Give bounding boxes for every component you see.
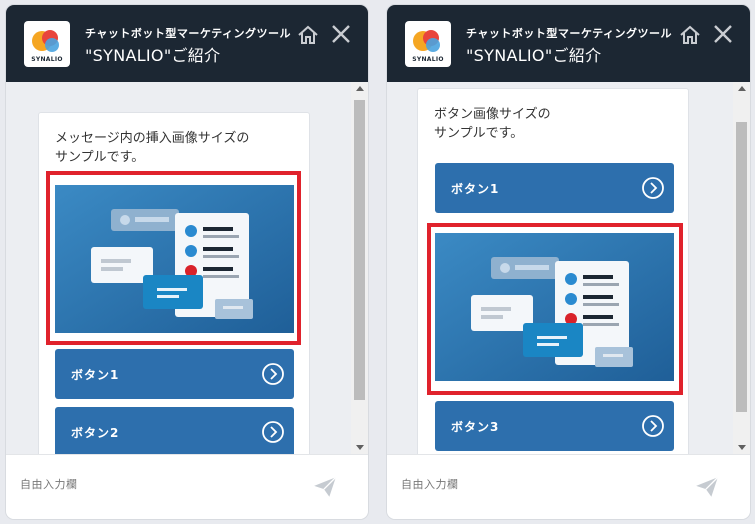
chevron-right-circle-icon <box>642 177 664 199</box>
input-area: 自由入力欄 <box>387 454 750 519</box>
message-input[interactable]: 自由入力欄 <box>401 476 459 492</box>
scroll-up-arrow-icon[interactable] <box>356 86 364 91</box>
chat-widget-left: SYNALIO チャットボット型マーケティングツール "SYNALIO"ご紹介 … <box>6 5 368 519</box>
scroll-down-arrow-icon[interactable] <box>356 445 364 450</box>
close-icon[interactable] <box>711 22 735 46</box>
header-title: "SYNALIO"ご紹介 <box>85 46 221 65</box>
chevron-right-circle-icon <box>642 415 664 437</box>
header-title: "SYNALIO"ご紹介 <box>466 46 602 65</box>
chat-body: メッセージ内の挿入画像サイズの サンプルです。 ボタン1 ボタン2 <box>6 82 368 454</box>
message-text-line: ボタン画像サイズの <box>434 107 551 122</box>
input-area: 自由入力欄 <box>6 454 368 519</box>
send-icon[interactable] <box>312 474 338 500</box>
header-subtitle: チャットボット型マーケティングツール <box>85 27 292 40</box>
synalio-logo-icon: SYNALIO <box>405 21 451 67</box>
button-2[interactable]: ボタン2 <box>55 407 294 454</box>
scroll-down-arrow-icon[interactable] <box>738 445 746 450</box>
message-text-line: サンプルです。 <box>434 126 524 141</box>
header-subtitle: チャットボット型マーケティングツール <box>466 27 673 40</box>
stage: SYNALIO チャットボット型マーケティングツール "SYNALIO"ご紹介 … <box>0 0 755 524</box>
highlight-box <box>46 171 301 345</box>
chevron-right-circle-icon <box>262 421 284 443</box>
home-icon[interactable] <box>678 23 702 47</box>
button-1[interactable]: ボタン1 <box>435 163 674 213</box>
scrollbar-thumb[interactable] <box>354 100 365 400</box>
chat-body: ボタン画像サイズの サンプルです。 ボタン1 ボタン3 <box>387 82 750 454</box>
synalio-logo-icon: SYNALIO <box>24 21 70 67</box>
chat-widget-right: SYNALIO チャットボット型マーケティングツール "SYNALIO"ご紹介 … <box>387 5 750 519</box>
message-input[interactable]: 自由入力欄 <box>20 476 78 492</box>
scroll-up-arrow-icon[interactable] <box>738 86 746 91</box>
message-text-line: メッセージ内の挿入画像サイズの <box>55 131 250 146</box>
scrollbar[interactable] <box>351 82 368 454</box>
highlight-box <box>427 223 683 395</box>
chat-header: SYNALIO チャットボット型マーケティングツール "SYNALIO"ご紹介 <box>6 5 368 82</box>
scrollbar-thumb[interactable] <box>736 122 747 412</box>
close-icon[interactable] <box>329 22 353 46</box>
chat-header: SYNALIO チャットボット型マーケティングツール "SYNALIO"ご紹介 <box>387 5 750 82</box>
button-3[interactable]: ボタン3 <box>435 401 674 451</box>
chevron-right-circle-icon <box>262 363 284 385</box>
message-text-line: サンプルです。 <box>55 150 145 165</box>
home-icon[interactable] <box>296 23 320 47</box>
send-icon[interactable] <box>694 474 720 500</box>
scrollbar[interactable] <box>733 82 750 454</box>
button-1[interactable]: ボタン1 <box>55 349 294 399</box>
